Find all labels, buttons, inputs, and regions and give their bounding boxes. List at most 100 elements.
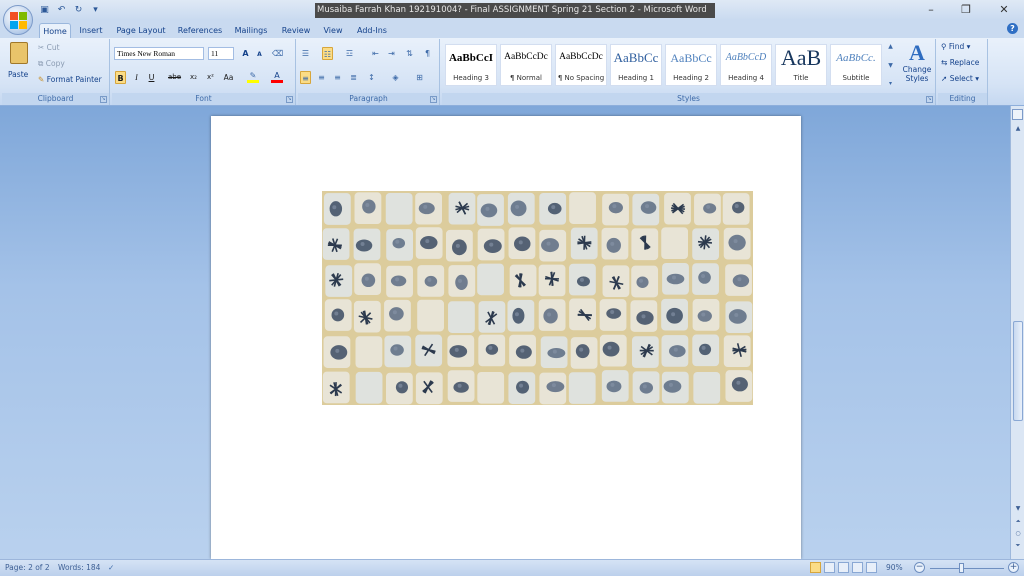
grow-font-button[interactable]: A xyxy=(240,47,251,60)
align-left-button[interactable]: ≡ xyxy=(300,71,311,84)
change-styles-button[interactable]: A Change Styles xyxy=(900,41,934,91)
shading-button[interactable]: ◈ xyxy=(390,71,401,84)
tab-add-ins[interactable]: Add-Ins xyxy=(354,23,390,38)
tab-home[interactable]: Home xyxy=(39,23,71,38)
font-name-combo[interactable]: Times New Roman xyxy=(114,47,204,60)
style-heading-4[interactable]: AaBbCcD Heading 4 xyxy=(720,44,772,86)
find-button[interactable]: ⚲ Find ▾ xyxy=(941,42,970,51)
help-button[interactable]: ? xyxy=(1007,23,1018,34)
clipboard-icon xyxy=(10,42,28,64)
numbering-button[interactable]: ☷ xyxy=(322,47,333,60)
next-page-button[interactable]: ⏷ xyxy=(1013,541,1023,550)
style-subtitle[interactable]: AaBbCc. Subtitle xyxy=(830,44,882,86)
close-button[interactable]: ✕ xyxy=(993,2,1015,17)
more-icon: ▾ xyxy=(888,80,892,87)
shrink-font-button[interactable]: A xyxy=(254,48,265,61)
zoom-level[interactable]: 90% xyxy=(886,563,903,572)
strikethrough-button[interactable]: abe xyxy=(168,71,181,84)
restore-button[interactable]: ❐ xyxy=(955,2,977,17)
paragraph-dialog-launcher[interactable]: ↘ xyxy=(430,96,437,103)
view-ruler-button[interactable] xyxy=(1012,109,1023,120)
cut-button[interactable]: ✂ Cut xyxy=(38,43,60,52)
bold-button[interactable]: B xyxy=(115,71,126,84)
justify-button[interactable]: ≣ xyxy=(348,71,359,84)
proofing-button[interactable]: ✓ xyxy=(108,563,114,572)
style-title[interactable]: AaB Title xyxy=(775,44,827,86)
font-size-combo[interactable]: 11 xyxy=(208,47,234,60)
line-spacing-button[interactable]: ↕ xyxy=(366,71,377,84)
draft-view-button[interactable] xyxy=(866,562,877,573)
style-heading-1[interactable]: AaBbCc Heading 1 xyxy=(610,44,662,86)
underline-button[interactable]: U xyxy=(146,71,157,84)
zoom-slider-track[interactable] xyxy=(930,568,1004,569)
tab-view[interactable]: View xyxy=(320,23,346,38)
styles-gallery-scroll[interactable]: ▲ ▼ ▾ xyxy=(886,43,895,87)
superscript-button[interactable]: x² xyxy=(205,71,216,84)
restore-icon: ❐ xyxy=(961,3,971,16)
embedded-image[interactable] xyxy=(322,191,753,405)
full-screen-reading-view-button[interactable] xyxy=(824,562,835,573)
undo-button[interactable]: ↶ xyxy=(55,4,68,17)
print-layout-view-button[interactable] xyxy=(810,562,821,573)
style-no-spacing[interactable]: AaBbCcDc ¶ No Spacing xyxy=(555,44,607,86)
browse-object-button[interactable]: ○ xyxy=(1013,529,1023,538)
style-heading-3[interactable]: AaBbCcI Heading 3 xyxy=(445,44,497,86)
bullets-button[interactable]: ☰ xyxy=(300,47,311,60)
style-normal[interactable]: AaBbCcDc ¶ Normal xyxy=(500,44,552,86)
help-icon: ? xyxy=(1010,24,1015,33)
tab-references[interactable]: References xyxy=(175,23,225,38)
align-center-button[interactable]: ≡ xyxy=(316,71,327,84)
tab-review[interactable]: Review xyxy=(279,23,313,38)
clear-formatting-button[interactable]: ⌫ xyxy=(272,47,283,60)
arrow-up-icon: ▲ xyxy=(1015,125,1021,132)
change-case-button[interactable]: Aa xyxy=(223,71,234,84)
align-right-button[interactable]: ≡ xyxy=(332,71,343,84)
tab-page-layout[interactable]: Page Layout xyxy=(114,23,168,38)
italic-button[interactable]: I xyxy=(131,71,142,84)
outline-view-button[interactable] xyxy=(852,562,863,573)
page-count[interactable]: Page: 2 of 2 xyxy=(5,563,50,572)
scroll-down-button[interactable]: ▼ xyxy=(1013,504,1023,513)
zoom-slider-thumb[interactable] xyxy=(959,563,964,573)
outdent-icon: ⇤ xyxy=(372,49,379,58)
tab-insert[interactable]: Insert xyxy=(76,23,106,38)
multilevel-list-button[interactable]: ☲ xyxy=(344,47,355,60)
show-hide-button[interactable]: ¶ xyxy=(422,47,433,60)
nucleus xyxy=(608,202,623,214)
word-count[interactable]: Words: 184 xyxy=(58,563,100,572)
minimize-button[interactable]: – xyxy=(920,2,942,17)
select-button[interactable]: ➚ Select ▾ xyxy=(941,74,979,83)
replace-button[interactable]: ⇆ Replace xyxy=(941,58,979,67)
scroll-up-button[interactable]: ▲ xyxy=(1013,124,1023,133)
subscript-button[interactable]: x₂ xyxy=(188,71,199,84)
redo-button[interactable]: ↻ xyxy=(72,4,85,17)
font-dialog-launcher[interactable]: ↘ xyxy=(286,96,293,103)
highlight-button[interactable]: ✎ xyxy=(246,69,260,83)
nucleolus xyxy=(398,383,403,388)
borders-button[interactable]: ⊞ xyxy=(414,71,425,84)
document-page[interactable] xyxy=(211,116,801,559)
sort-button[interactable]: ⇅ xyxy=(404,47,415,60)
styles-dialog-launcher[interactable]: ↘ xyxy=(926,96,933,103)
save-button[interactable]: ▣ xyxy=(38,4,51,17)
zoom-in-button[interactable]: + xyxy=(1008,562,1019,573)
tab-mailings[interactable]: Mailings xyxy=(231,23,271,38)
nucleolus xyxy=(671,275,676,280)
clipboard-dialog-launcher[interactable]: ↘ xyxy=(100,96,107,103)
font-color-button[interactable]: A xyxy=(270,69,284,83)
zoom-out-button[interactable]: − xyxy=(914,562,925,573)
nucleolus xyxy=(334,311,339,316)
paste-button[interactable]: Paste xyxy=(6,42,32,82)
vertical-scrollbar[interactable]: ▲ ▼ ⏶ ○ ⏷ xyxy=(1010,106,1024,559)
format-painter-button[interactable]: ✎ Format Painter xyxy=(38,75,102,84)
web-layout-view-button[interactable] xyxy=(838,562,849,573)
increase-indent-button[interactable]: ⇥ xyxy=(386,47,397,60)
copy-button[interactable]: ⧉ Copy xyxy=(38,59,65,69)
scroll-thumb[interactable] xyxy=(1013,321,1023,421)
customize-qat-button[interactable]: ▾ xyxy=(89,4,102,17)
previous-page-button[interactable]: ⏶ xyxy=(1013,517,1023,526)
office-button[interactable] xyxy=(3,5,33,35)
nucleolus xyxy=(736,380,741,385)
style-heading-2[interactable]: AaBbCc Heading 2 xyxy=(665,44,717,86)
decrease-indent-button[interactable]: ⇤ xyxy=(370,47,381,60)
